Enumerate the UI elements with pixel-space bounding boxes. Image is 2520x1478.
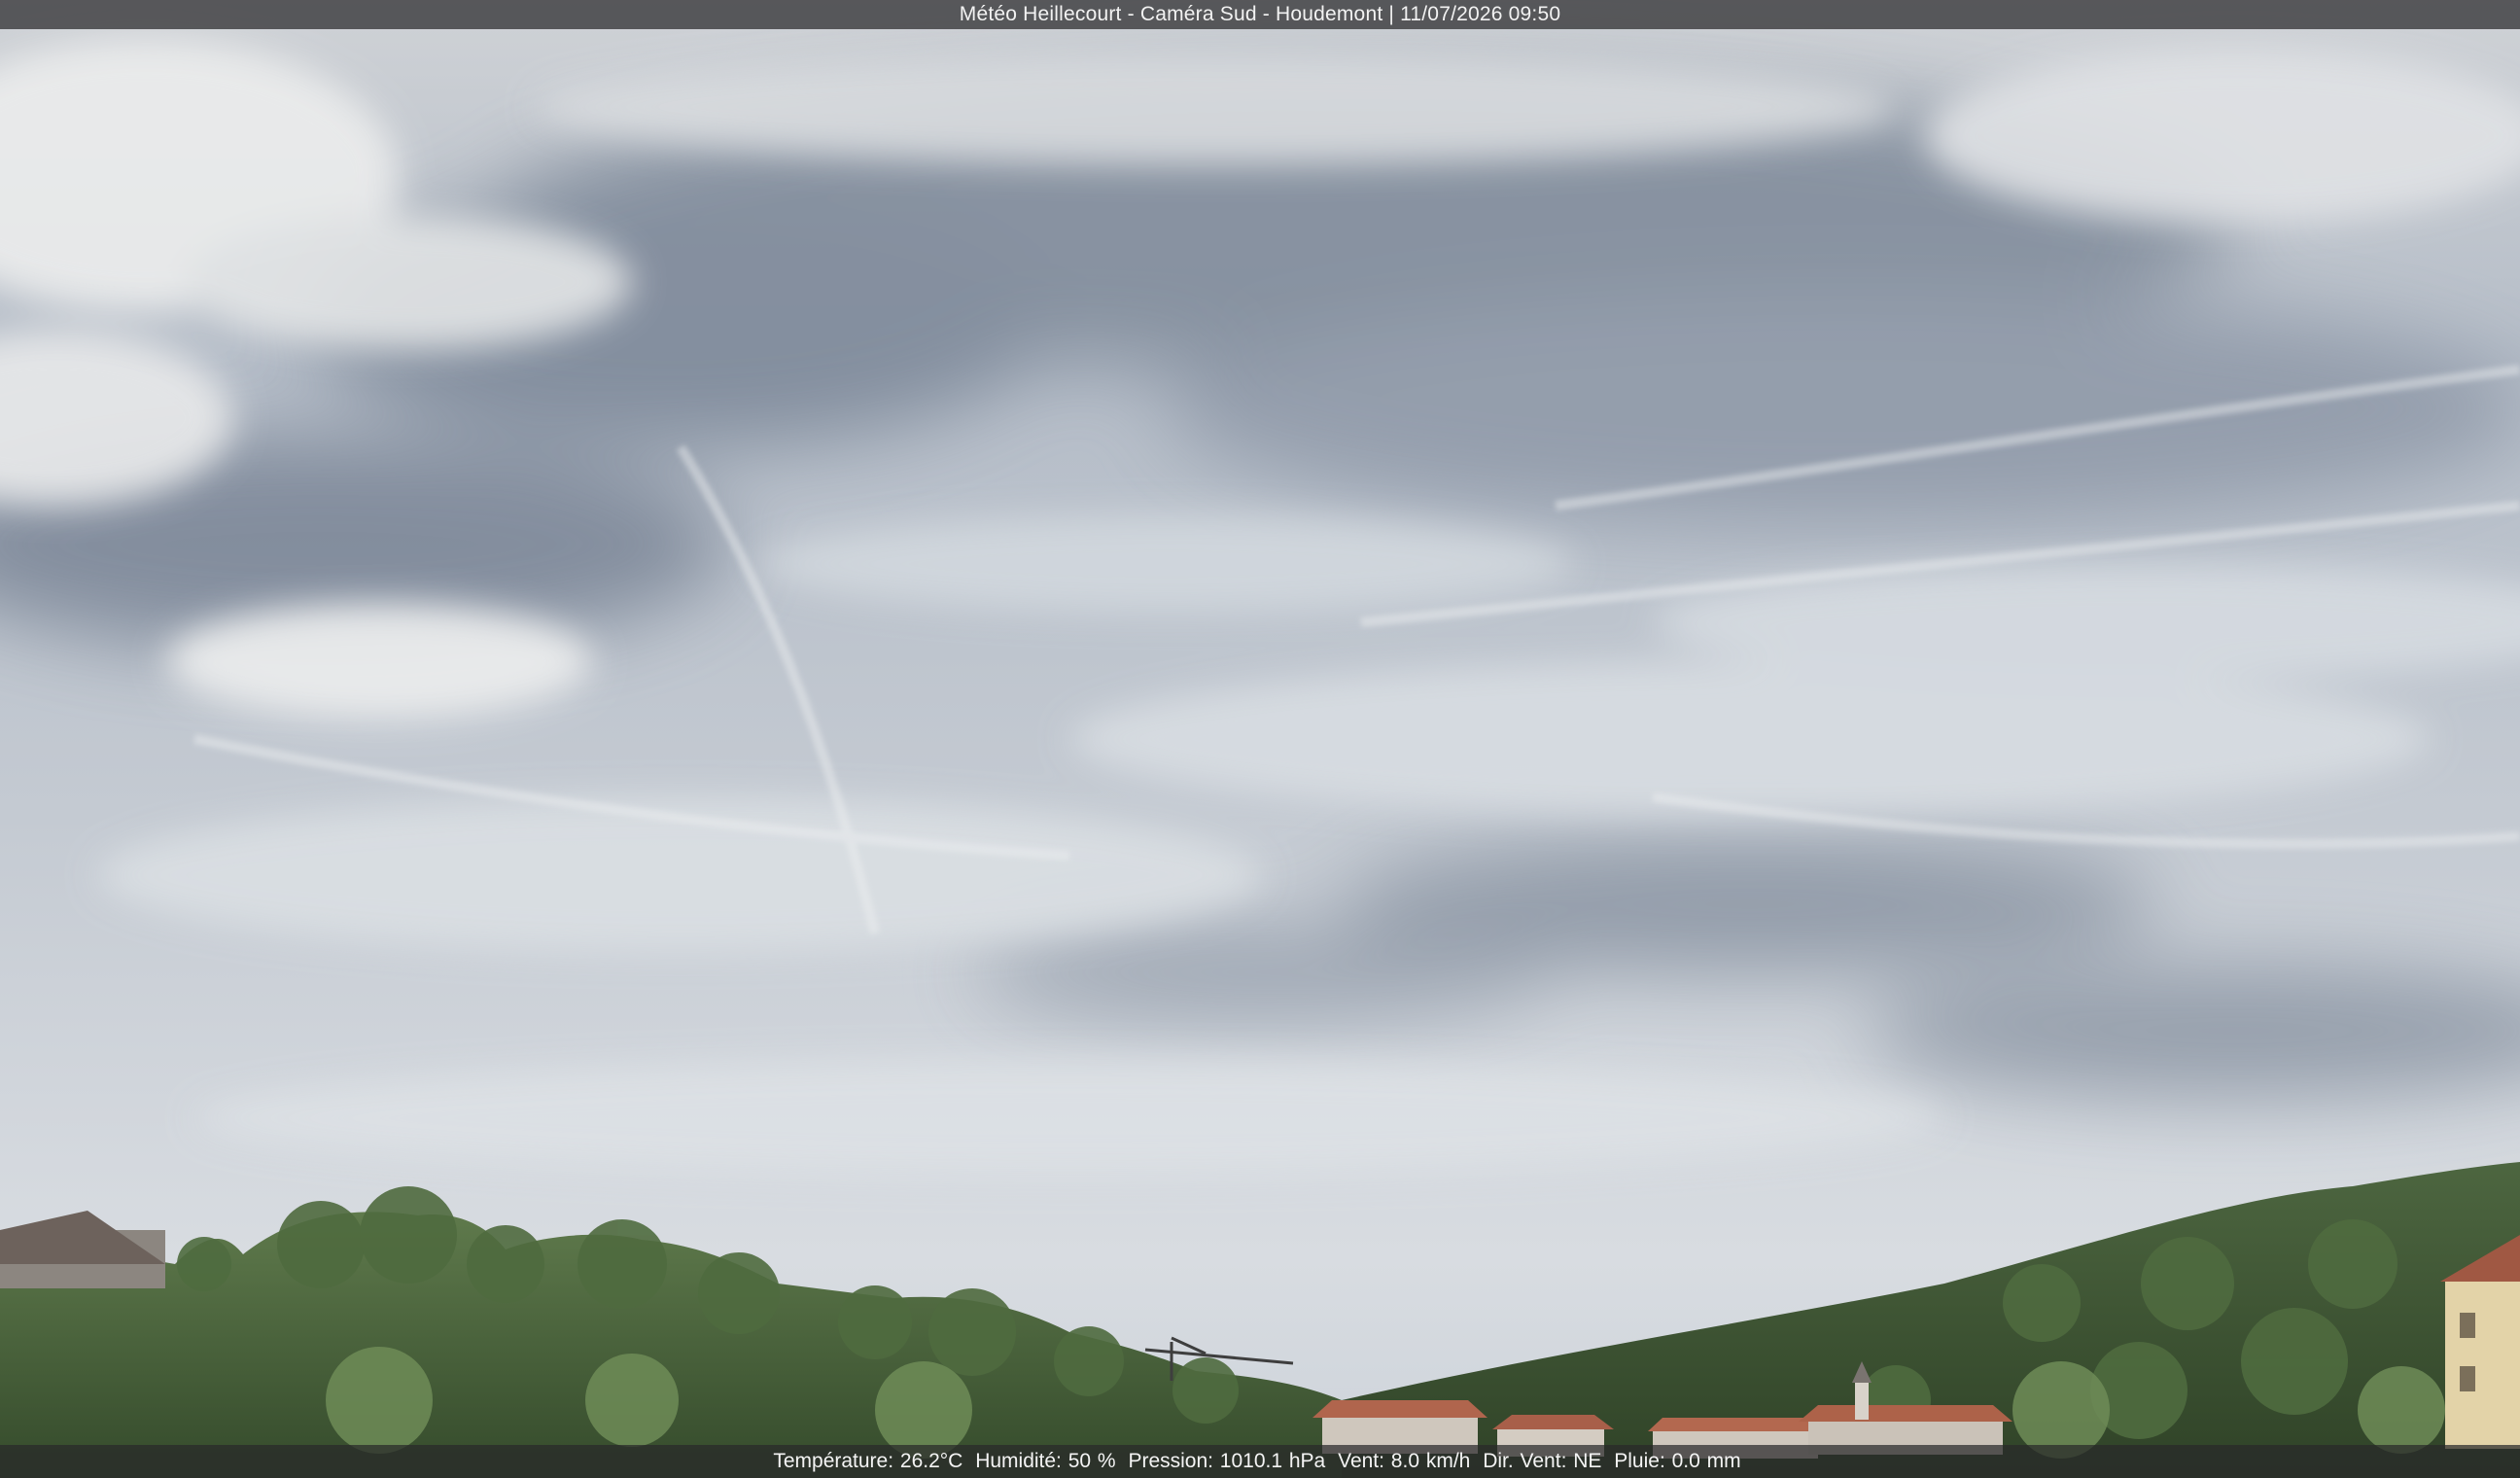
webcam-image xyxy=(0,0,2520,1478)
wind-speed-reading: Vent: 8.0 km/h xyxy=(1338,1450,1471,1472)
camera-title: Météo Heillecourt - Caméra Sud - Houdemo… xyxy=(959,3,1561,25)
camera-title-bar: Météo Heillecourt - Caméra Sud - Houdemo… xyxy=(0,0,2520,29)
humidity-reading: Humidité: 50 % xyxy=(975,1450,1116,1472)
weather-readings-bar: Température: 26.2°C Humidité: 50 % Press… xyxy=(0,1445,2520,1478)
pressure-reading: Pression: 1010.1 hPa xyxy=(1128,1450,1326,1472)
rain-reading: Pluie: 0.0 mm xyxy=(1614,1450,1741,1472)
webcam-frame: Météo Heillecourt - Caméra Sud - Houdemo… xyxy=(0,0,2520,1478)
wind-direction-reading: Dir. Vent: NE xyxy=(1483,1450,1602,1472)
temperature-reading: Température: 26.2°C xyxy=(773,1450,963,1472)
